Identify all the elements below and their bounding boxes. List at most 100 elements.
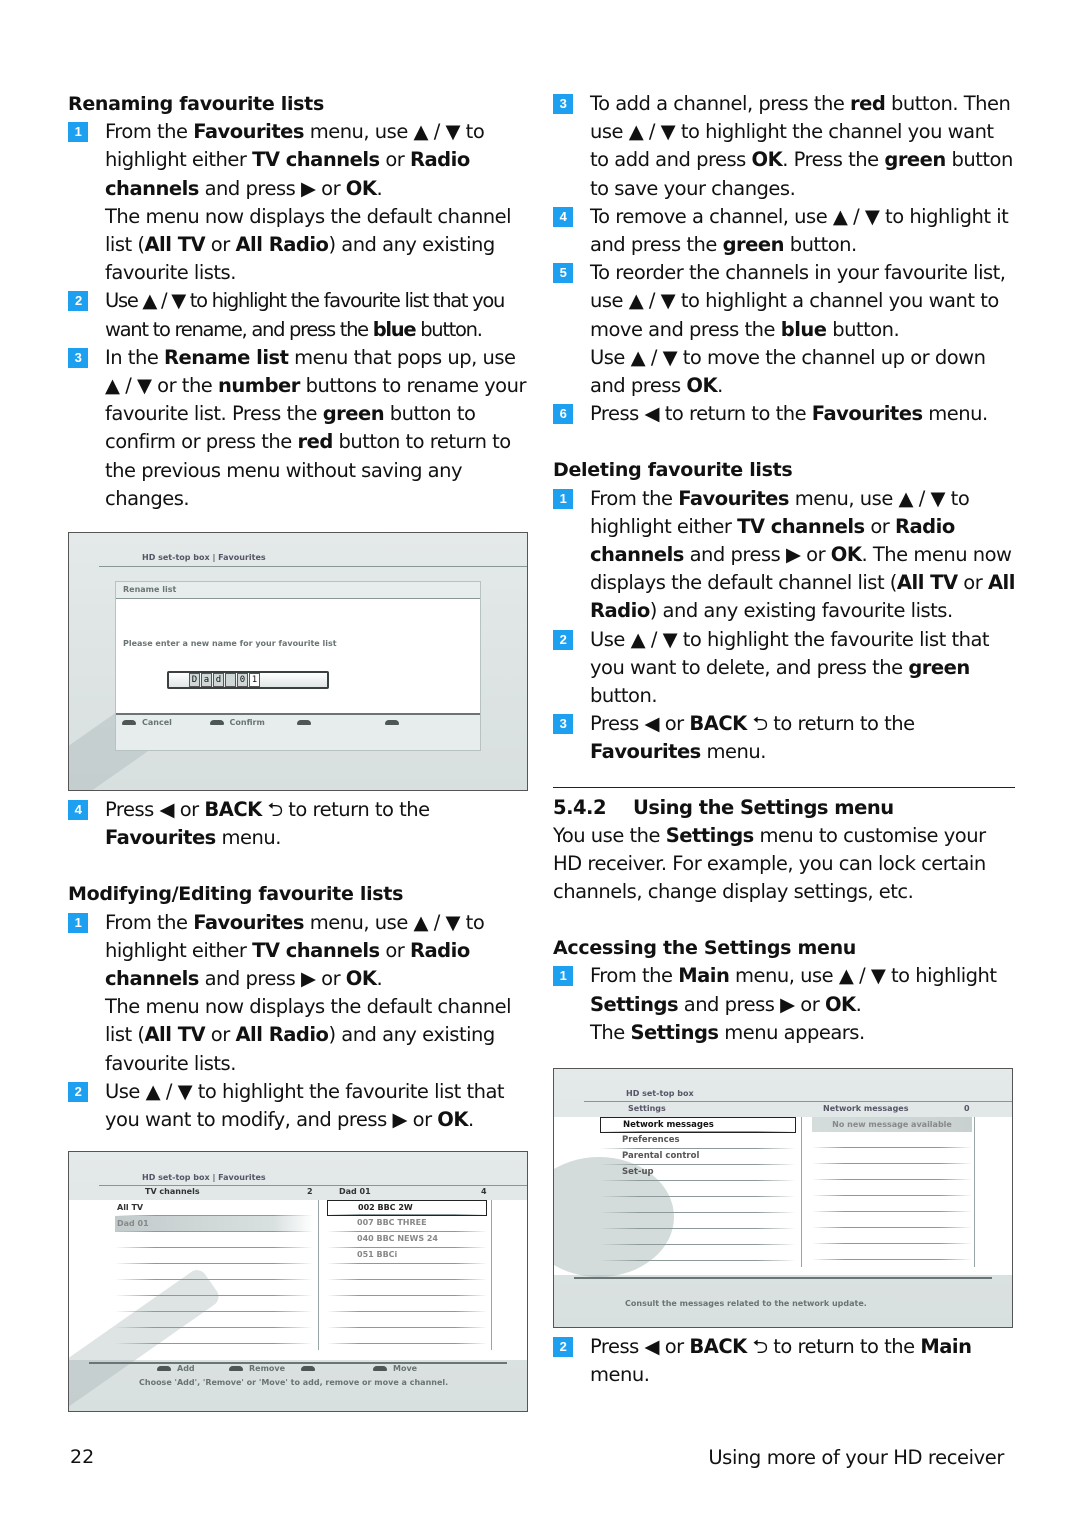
name-character: 0 xyxy=(237,673,248,687)
network-messages-header: Network messages xyxy=(823,1104,909,1113)
emphasis: All TV xyxy=(144,233,206,257)
remote-key-icon xyxy=(157,1366,171,1371)
color-key-item xyxy=(384,718,473,727)
messages-empty-rows xyxy=(812,1132,972,1260)
empty-row xyxy=(115,1232,313,1248)
rename-step-4: 4 Press ◀ or BACK ⮌ to return to the Favo… xyxy=(68,796,528,852)
channel-item[interactable]: 051 BBCi xyxy=(327,1248,487,1264)
empty-row xyxy=(812,1244,972,1260)
step-text: Press ◀ or BACK ⮌ to return to the Favou… xyxy=(590,712,915,764)
step-note: The Settings menu appears. xyxy=(590,1020,865,1044)
empty-row xyxy=(812,1180,972,1196)
step-note: The menu now displays the default channe… xyxy=(105,204,512,285)
name-input[interactable]: Dad 01 xyxy=(167,671,329,689)
emphasis: OK xyxy=(345,967,377,991)
channel-item[interactable]: 007 BBC THREE xyxy=(327,1216,487,1232)
settings-menu-item[interactable]: Network messages xyxy=(600,1117,796,1133)
empty-row xyxy=(327,1312,487,1328)
divider xyxy=(99,566,527,567)
settings-menu-item[interactable]: Preferences xyxy=(600,1133,796,1149)
divider xyxy=(574,1277,992,1279)
favourite-list-item[interactable]: Dad 01 xyxy=(115,1216,313,1232)
page-number: 22 xyxy=(70,1446,95,1468)
step-text: Press ◀ to return to the Favourites menu… xyxy=(590,402,988,426)
emphasis: Favourites xyxy=(193,120,304,144)
emphasis: Settings xyxy=(590,992,679,1016)
step-number-badge: 3 xyxy=(553,714,573,735)
name-character xyxy=(225,673,236,687)
dialog-body: Please enter a new name for your favouri… xyxy=(116,598,480,715)
color-key-item: Cancel xyxy=(122,718,210,727)
help-text: Choose 'Add', 'Remove' or 'Move' to add,… xyxy=(139,1378,449,1387)
chapter-title: Using more of your HD receiver xyxy=(708,1446,1004,1469)
step-number-badge: 5 xyxy=(553,263,573,284)
step-item: 5 To reorder the channels in your favouri… xyxy=(553,259,1015,400)
modifying-steps-continued: 3 To add a channel, press the red button.… xyxy=(553,90,1015,428)
modifying-heading: Modifying/Editing favourite lists xyxy=(68,883,404,906)
color-key-label: Cancel xyxy=(142,718,172,727)
settings-menu-item[interactable]: Set-up xyxy=(600,1165,796,1181)
step-item: 1 From the Favourites menu, use ▲ / ▼ to … xyxy=(68,909,528,1078)
empty-row xyxy=(327,1296,487,1312)
emphasis: OK xyxy=(437,1108,468,1132)
step-text: From the Main menu, use ▲ / ▼ to highlig… xyxy=(590,964,997,1016)
settings-header: Settings xyxy=(628,1104,666,1113)
remote-key-icon xyxy=(384,720,399,725)
divider xyxy=(99,1185,527,1186)
color-key-item: Add xyxy=(157,1364,229,1373)
settings-menu-screenshot: HD set-top box Settings Network messages… xyxy=(553,1068,1013,1328)
step-text: Use ▲ / ▼ to highlight the favourite lis… xyxy=(105,289,505,341)
favourite-list-item[interactable]: All TV xyxy=(115,1200,313,1216)
emphasis: OK xyxy=(824,992,856,1016)
step-number-badge: 1 xyxy=(68,122,88,143)
emphasis: All Radio xyxy=(235,1023,329,1047)
empty-row xyxy=(600,1197,796,1213)
emphasis: Favourites xyxy=(811,402,923,426)
step-number-badge: 1 xyxy=(68,912,88,933)
emphasis: green xyxy=(322,402,385,426)
step-number-badge: 1 xyxy=(553,966,573,987)
empty-row xyxy=(812,1212,972,1228)
step-item: 2 Use ▲ / ▼ to highlight the favourite li… xyxy=(553,626,1015,711)
empty-row xyxy=(812,1148,972,1164)
step-text: Press ◀ or BACK ⮌ to return to the Main … xyxy=(590,1335,972,1387)
dialog-title: Rename list xyxy=(123,585,177,594)
step-number-badge: 1 xyxy=(553,488,573,509)
settings-menu-item[interactable]: Parental control xyxy=(600,1149,796,1165)
favourite-lists: All TV Dad 01 xyxy=(115,1200,313,1344)
emphasis: OK xyxy=(686,374,718,398)
empty-row xyxy=(327,1280,487,1296)
deleting-steps: 1 From the Favourites menu, use ▲ / ▼ to … xyxy=(553,485,1015,767)
right-column: 3 To add a channel, press the red button.… xyxy=(553,90,1015,1047)
help-text: Consult the messages related to the netw… xyxy=(625,1299,867,1308)
step-text: From the Favourites menu, use ▲ / ▼ to h… xyxy=(105,120,485,200)
step-item: 2 Use ▲ / ▼ to highlight the favourite li… xyxy=(68,1078,528,1134)
section-title: 5.4.2 Using the Settings menu xyxy=(553,794,1015,822)
color-key-item xyxy=(301,1364,373,1373)
step-item: 4 To remove a channel, use ▲ / ▼ to highl… xyxy=(553,203,1015,259)
empty-row xyxy=(600,1229,796,1245)
empty-row xyxy=(812,1196,972,1212)
accessing-step-2: 2 Press ◀ or BACK ⮌ to return to the Mai… xyxy=(553,1333,1015,1389)
emphasis: Main xyxy=(920,1335,972,1358)
channel-item[interactable]: 002 BBC 2W xyxy=(327,1200,487,1216)
emphasis: BACK xyxy=(204,798,262,821)
empty-row xyxy=(115,1248,313,1264)
emphasis: BACK xyxy=(689,712,747,736)
color-key-item: Remove xyxy=(229,1364,301,1373)
emphasis: OK xyxy=(751,148,783,172)
row-divider xyxy=(600,1260,796,1261)
emphasis: All Radio xyxy=(235,233,329,257)
emphasis: All TV xyxy=(144,1023,206,1047)
empty-row xyxy=(600,1245,796,1261)
divider xyxy=(584,1101,1012,1102)
emphasis: Settings xyxy=(630,1020,719,1044)
favourites-editor-screenshot: HD set-top box | Favourites TV channels … xyxy=(68,1151,528,1412)
channel-item[interactable]: 040 BBC NEWS 24 xyxy=(327,1232,487,1248)
color-key-item: Confirm xyxy=(209,718,298,727)
section-title-text: Using the Settings menu xyxy=(633,795,894,819)
empty-row xyxy=(327,1328,487,1344)
deleting-heading: Deleting favourite lists xyxy=(553,459,793,482)
remote-key-icon xyxy=(122,720,136,725)
emphasis: blue xyxy=(372,317,417,341)
